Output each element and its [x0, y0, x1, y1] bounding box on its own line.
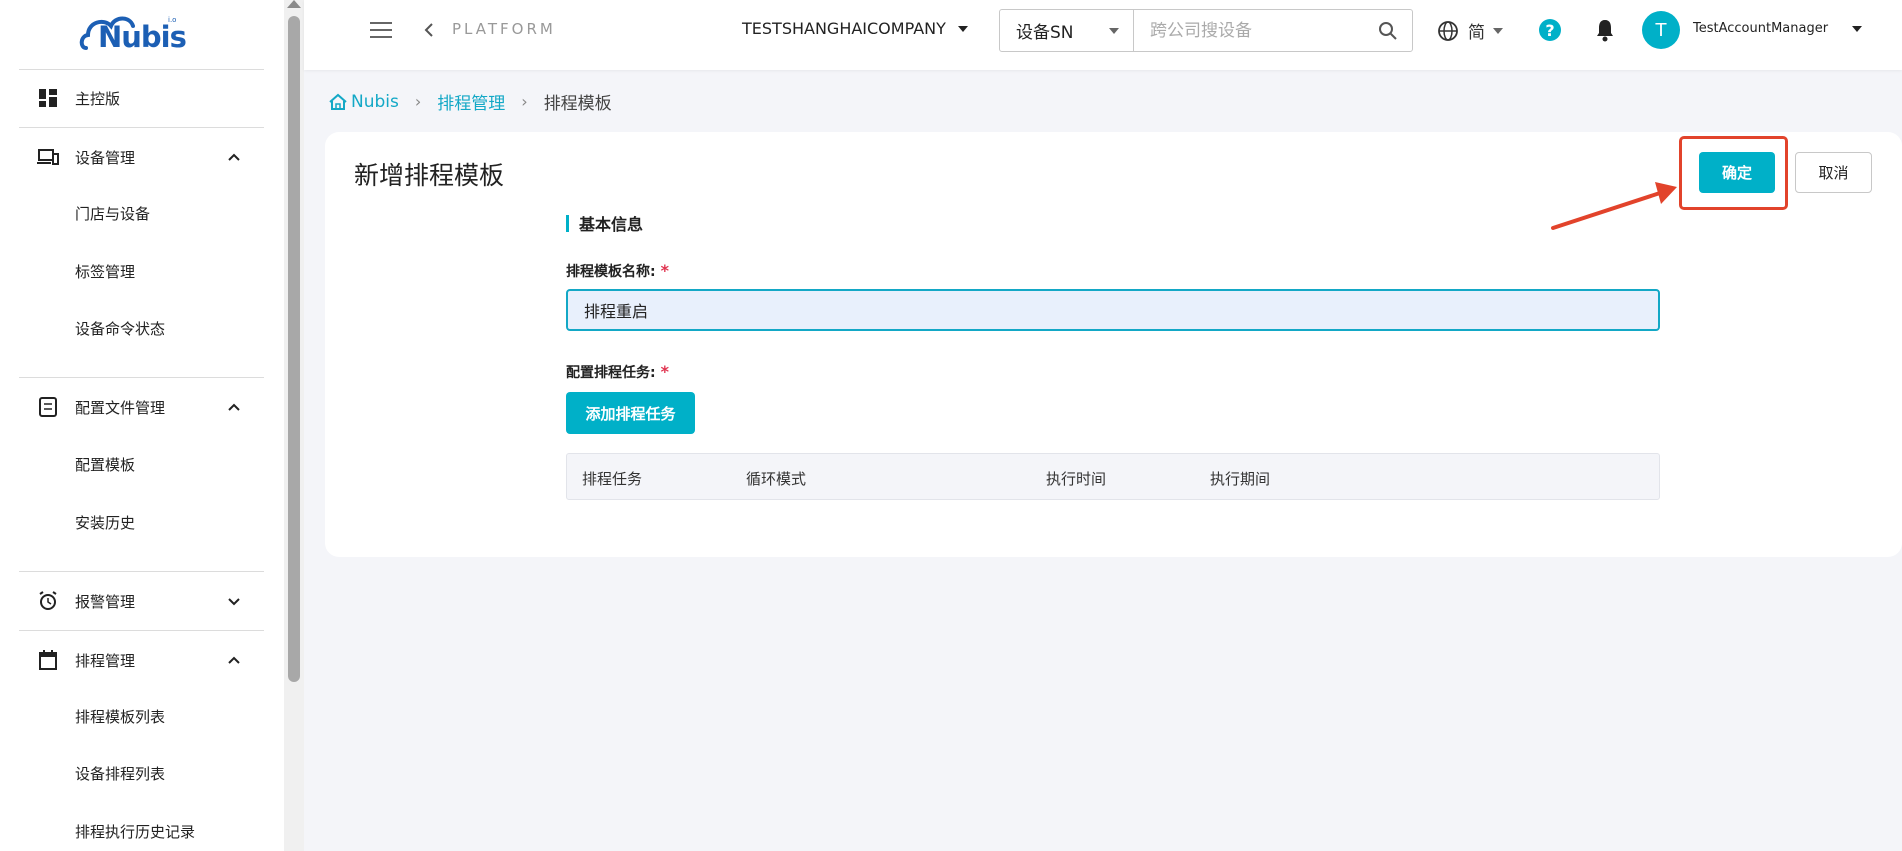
sidebar-scrollbar-thumb[interactable] — [288, 16, 300, 682]
language-value: 简 — [1468, 23, 1485, 43]
divider — [19, 127, 264, 128]
sidebar-item-alarm-management[interactable]: 报警管理 — [19, 581, 264, 621]
breadcrumb-schedule-management[interactable]: 排程管理 — [437, 89, 505, 114]
required-mark: * — [660, 362, 669, 381]
sidebar-item-install-history[interactable]: 安装历史 — [75, 504, 135, 540]
sidebar: Nubis i.o 主控版 设备管理 门店与设备 标签管理 设备命令状态 配置文… — [0, 0, 284, 851]
divider — [19, 377, 264, 378]
search-type-value: 设备SN — [1016, 23, 1074, 43]
schedule-tasks-label: 配置排程任务: * — [566, 362, 669, 382]
search-icon[interactable] — [1378, 21, 1398, 41]
divider — [19, 69, 264, 70]
table-header-exec-time: 执行时间 — [1046, 470, 1107, 488]
notification-bell-icon[interactable] — [1594, 18, 1616, 42]
sidebar-item-schedule-history[interactable]: 排程执行历史记录 — [75, 813, 195, 849]
hamburger-menu-icon[interactable] — [370, 22, 392, 40]
annotation-highlight-box — [1679, 136, 1788, 210]
section-title: 基本信息 — [566, 211, 643, 235]
logo-wordmark: Nubis — [98, 20, 187, 54]
company-name: TESTSHANGHAICOMPANY — [742, 19, 946, 38]
sidebar-item-config-templates[interactable]: 配置模板 — [75, 446, 135, 482]
globe-icon — [1438, 20, 1458, 41]
user-menu[interactable]: TestAccountManager — [1693, 21, 1863, 36]
platform-label[interactable]: PLATFORM — [452, 20, 556, 38]
divider — [19, 571, 264, 572]
avatar[interactable]: T — [1642, 11, 1680, 49]
sidebar-item-label: 设备管理 — [75, 148, 136, 167]
template-name-input[interactable]: 排程重启 — [566, 289, 1660, 331]
table-header-loop-mode: 循环模式 — [746, 470, 807, 488]
caret-down-icon — [1852, 25, 1863, 32]
caret-down-icon — [1109, 28, 1119, 34]
config-file-icon — [37, 396, 59, 418]
logo-superscript: i.o — [168, 16, 177, 24]
scroll-up-arrow-icon[interactable] — [287, 0, 301, 8]
section-accent-bar — [566, 214, 569, 232]
sidebar-item-device-schedule-list[interactable]: 设备排程列表 — [75, 755, 165, 791]
schedule-task-table: 排程任务 循环模式 执行时间 执行期间 — [566, 453, 1660, 500]
device-search: 设备SN — [999, 9, 1413, 52]
page-title: 新增排程模板 — [354, 161, 505, 190]
help-icon[interactable]: ? — [1539, 19, 1561, 41]
annotation-arrow-icon — [1551, 182, 1677, 230]
language-selector[interactable]: 简 — [1437, 18, 1503, 43]
sidebar-item-dashboard[interactable]: 主控版 — [19, 78, 264, 118]
caret-down-icon — [957, 25, 968, 32]
sidebar-item-stores-devices[interactable]: 门店与设备 — [75, 195, 150, 231]
company-selector[interactable]: TESTSHANGHAICOMPANY — [742, 19, 968, 38]
breadcrumb-home-label: Nubis — [351, 91, 399, 112]
sidebar-item-device-command-status[interactable]: 设备命令状态 — [75, 310, 165, 346]
dashboard-icon — [37, 87, 59, 109]
sidebar-item-device-management[interactable]: 设备管理 — [19, 137, 264, 177]
breadcrumb-current: 排程模板 — [543, 94, 612, 114]
chevron-up-icon — [228, 153, 240, 161]
breadcrumb-separator-icon: › — [414, 92, 422, 111]
alarm-clock-icon — [37, 590, 59, 612]
search-type-select[interactable]: 设备SN — [1000, 10, 1134, 51]
sidebar-item-schedule-template-list[interactable]: 排程模板列表 — [75, 698, 165, 734]
sidebar-item-label: 报警管理 — [75, 592, 136, 611]
home-icon — [329, 93, 347, 110]
chevron-up-icon — [228, 656, 240, 664]
nubis-logo[interactable]: Nubis i.o — [78, 8, 188, 58]
section-title-text: 基本信息 — [579, 215, 644, 234]
breadcrumb-home[interactable]: Nubis — [328, 92, 399, 112]
username: TestAccountManager — [1693, 21, 1829, 36]
breadcrumb: Nubis › 排程管理 › 排程模板 — [328, 89, 612, 114]
required-mark: * — [660, 261, 669, 280]
devices-icon — [37, 146, 59, 168]
calendar-icon — [37, 649, 59, 671]
chevron-up-icon — [228, 403, 240, 411]
search-input[interactable] — [1134, 10, 1412, 51]
schedule-tasks-label-text: 配置排程任务: — [566, 365, 656, 381]
sidebar-item-schedule-management[interactable]: 排程管理 — [19, 640, 264, 680]
breadcrumb-separator-icon: › — [521, 92, 528, 111]
sidebar-item-label: 排程管理 — [75, 651, 136, 670]
top-header: PLATFORM TESTSHANGHAICOMPANY 设备SN 简 ? T … — [304, 0, 1902, 70]
template-name-label-text: 排程模板名称: — [566, 264, 656, 280]
template-name-label: 排程模板名称: * — [566, 261, 669, 281]
divider — [19, 630, 264, 631]
table-header-exec-period: 执行期间 — [1210, 470, 1271, 488]
chevron-left-icon[interactable] — [422, 22, 436, 38]
cancel-button[interactable]: 取消 — [1795, 152, 1872, 193]
table-header-task: 排程任务 — [582, 470, 643, 488]
chevron-down-icon — [228, 598, 240, 606]
sidebar-item-tag-management[interactable]: 标签管理 — [75, 253, 135, 289]
caret-down-icon — [1493, 27, 1503, 34]
sidebar-item-config-file-management[interactable]: 配置文件管理 — [19, 387, 264, 427]
sidebar-item-label: 主控版 — [75, 89, 121, 108]
add-schedule-task-button[interactable]: 添加排程任务 — [566, 392, 695, 434]
sidebar-item-label: 配置文件管理 — [75, 398, 166, 417]
